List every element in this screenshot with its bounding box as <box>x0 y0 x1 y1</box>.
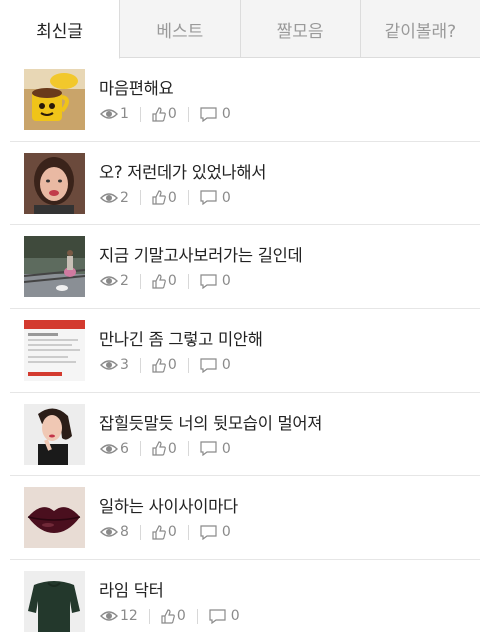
screenshot-photo-thumbnail <box>24 320 85 382</box>
comment-icon <box>200 357 217 373</box>
post-list: 마음편해요 1 0 0 오? 저런데가 있었나해서 2 0 0 지금 기말고사보… <box>10 58 480 639</box>
list-item[interactable]: 일하는 사이사이마다 8 0 0 <box>10 476 480 561</box>
divider <box>187 357 189 373</box>
eye-icon <box>100 527 118 538</box>
post-stats: 1 0 0 <box>100 106 231 122</box>
view-count: 12 <box>120 608 138 625</box>
category-tabs: 최신글 베스트 짤모음 같이볼래? <box>0 0 480 59</box>
comment-count: 0 <box>221 357 231 374</box>
comment-count: 0 <box>221 440 231 457</box>
thumbs-up-icon <box>161 609 175 624</box>
eye-icon <box>100 611 118 621</box>
eye-icon <box>100 276 118 287</box>
post-stats: 8 0 0 <box>100 524 231 540</box>
divider <box>139 273 141 289</box>
post-stats: 2 0 0 <box>100 273 231 289</box>
post-title[interactable]: 지금 기말고사보러가는 길인데 <box>99 242 303 266</box>
list-item[interactable]: 지금 기말고사보러가는 길인데 2 0 0 <box>10 225 480 310</box>
view-count: 8 <box>120 524 129 541</box>
divider <box>139 524 141 540</box>
post-title[interactable]: 일하는 사이사이마다 <box>99 493 238 517</box>
view-count: 2 <box>120 189 129 206</box>
post-title[interactable]: 잡힐듯말듯 너의 뒷모습이 멀어져 <box>99 410 322 434</box>
post-stats: 2 0 0 <box>100 190 231 206</box>
sweater-photo-thumbnail <box>24 571 85 633</box>
divider <box>187 441 189 457</box>
view-count: 1 <box>120 106 129 122</box>
like-count: 0 <box>167 106 177 122</box>
post-stats: 12 0 0 <box>100 608 240 624</box>
divider <box>148 608 150 624</box>
view-count: 2 <box>120 273 129 290</box>
list-item[interactable]: 라임 닥터 12 0 0 <box>10 560 480 639</box>
comment-count: 0 <box>221 273 231 290</box>
comment-icon <box>200 525 217 540</box>
eye-icon <box>100 109 118 119</box>
post-title[interactable]: 오? 저런데가 있었나해서 <box>99 159 266 183</box>
divider <box>187 273 189 289</box>
eye-icon <box>100 444 118 454</box>
like-count: 0 <box>167 440 177 457</box>
view-count: 6 <box>120 440 129 457</box>
street-photo-thumbnail <box>24 236 85 298</box>
tab-image-collection[interactable]: 짤모음 <box>239 0 360 58</box>
thumbs-up-icon <box>152 357 166 373</box>
comment-icon <box>200 274 217 289</box>
divider <box>139 357 141 373</box>
tab-latest[interactable]: 최신글 <box>0 0 121 59</box>
list-item[interactable]: 오? 저런데가 있었나해서 2 0 0 <box>10 142 480 226</box>
list-item[interactable]: 잡힐듯말듯 너의 뒷모습이 멀어져 6 0 0 <box>10 393 480 477</box>
divider <box>187 524 189 540</box>
cup-photo-thumbnail <box>24 69 85 130</box>
comment-icon <box>209 609 226 624</box>
comment-count: 0 <box>221 106 231 122</box>
post-title[interactable]: 라임 닥터 <box>99 577 164 601</box>
post-title[interactable]: 만나긴 좀 그렇고 미안해 <box>99 326 263 350</box>
person-photo-thumbnail <box>24 152 85 214</box>
list-item[interactable]: 만나긴 좀 그렇고 미안해 3 0 0 <box>10 309 480 393</box>
view-count: 3 <box>120 357 129 374</box>
tab-watch-together[interactable]: 같이볼래? <box>359 0 480 58</box>
post-stats: 3 0 0 <box>100 357 231 373</box>
divider <box>139 106 141 122</box>
comment-icon <box>200 441 217 457</box>
thumbs-up-icon <box>152 525 166 540</box>
list-item[interactable]: 마음편해요 1 0 0 <box>10 58 480 142</box>
lips-photo-thumbnail <box>24 487 85 549</box>
like-count: 0 <box>167 357 177 374</box>
divider <box>139 441 141 457</box>
thumbs-up-icon <box>152 106 166 122</box>
like-count: 0 <box>167 273 177 290</box>
like-count: 0 <box>167 189 177 206</box>
divider <box>196 608 198 624</box>
comment-count: 0 <box>221 524 231 541</box>
post-title[interactable]: 마음편해요 <box>99 75 174 99</box>
divider <box>187 106 189 122</box>
post-stats: 6 0 0 <box>100 441 231 457</box>
woman-photo-thumbnail <box>24 403 85 465</box>
eye-icon <box>100 192 118 203</box>
eye-icon <box>100 360 118 370</box>
thumbs-up-icon <box>152 274 166 289</box>
tab-best[interactable]: 베스트 <box>120 0 239 58</box>
divider <box>187 190 189 206</box>
comment-icon <box>200 190 217 206</box>
comment-count: 0 <box>221 189 231 206</box>
like-count: 0 <box>176 608 186 625</box>
divider <box>139 190 141 206</box>
comment-count: 0 <box>230 608 240 625</box>
thumbs-up-icon <box>152 190 166 205</box>
thumbs-up-icon <box>152 441 166 456</box>
comment-icon <box>200 106 217 122</box>
like-count: 0 <box>167 524 177 541</box>
